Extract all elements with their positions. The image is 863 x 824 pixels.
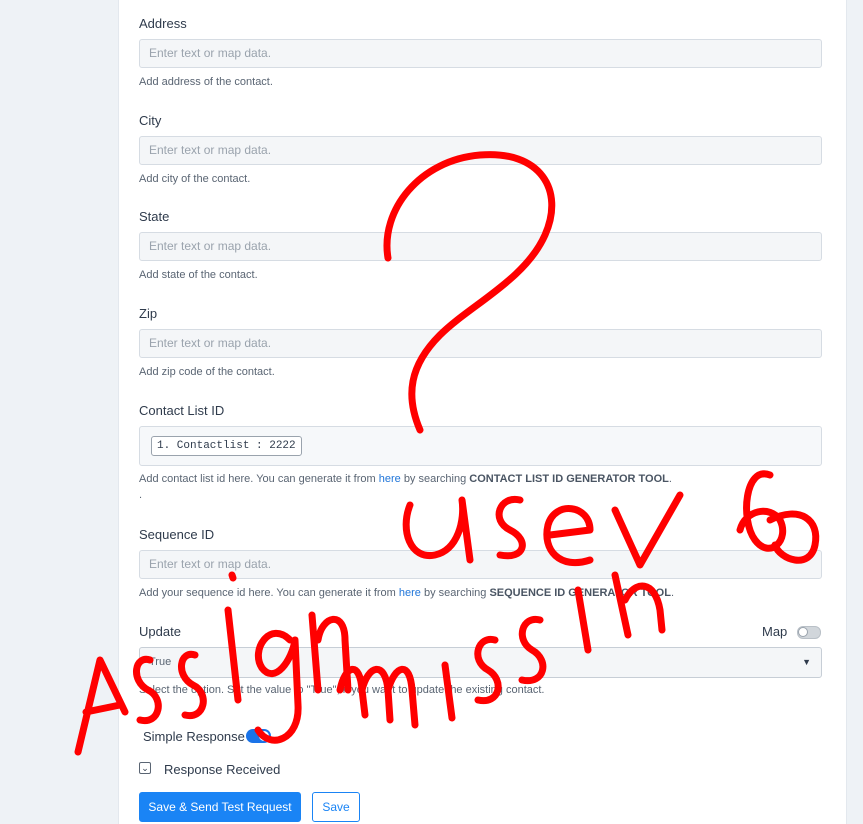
annotation-word-assign bbox=[74, 571, 352, 756]
question-mark-stroke bbox=[383, 151, 556, 434]
annotation-word-user bbox=[402, 491, 684, 569]
handwritten-annotation bbox=[74, 151, 820, 756]
